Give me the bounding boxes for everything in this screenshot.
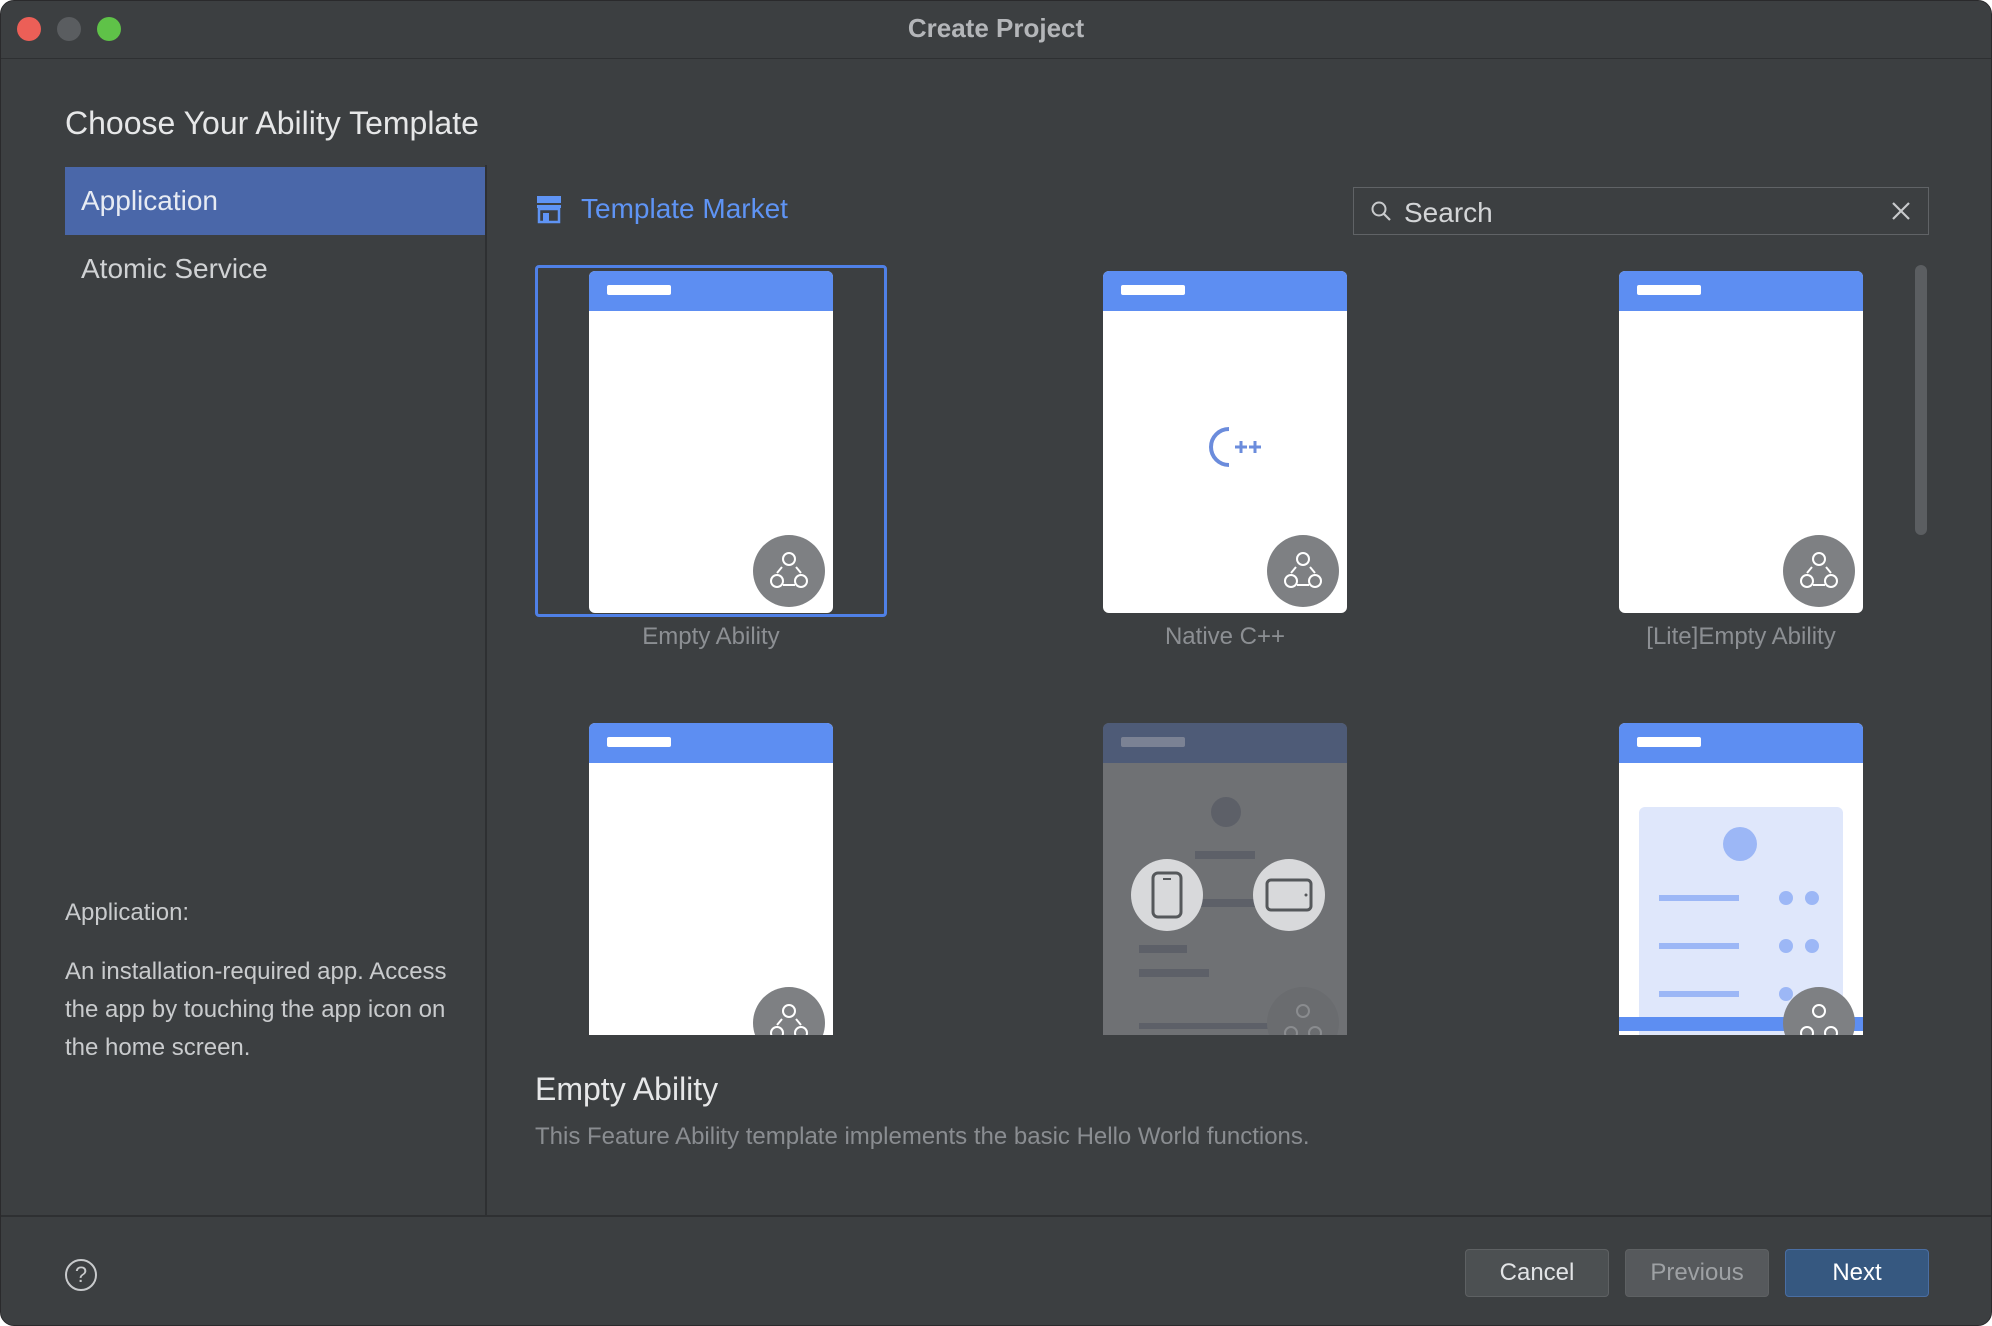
template-grid-scrollbar[interactable] bbox=[1915, 265, 1927, 535]
template-label: [Lite]Empty Ability bbox=[1646, 623, 1836, 650]
cpp-logo-icon bbox=[1209, 427, 1261, 467]
title-bar: Create Project bbox=[1, 1, 1991, 59]
template-market-link[interactable]: Template Market bbox=[535, 193, 788, 225]
sidebar-item-atomic-service[interactable]: Atomic Service bbox=[65, 235, 485, 303]
tablet-device-icon bbox=[1253, 859, 1325, 931]
template-preview bbox=[589, 271, 833, 613]
store-icon bbox=[537, 196, 561, 224]
sidebar-divider bbox=[485, 165, 487, 1215]
sidebar-item-label: Atomic Service bbox=[81, 253, 268, 284]
harmony-badge-icon bbox=[753, 987, 825, 1035]
template-label: Empty Ability bbox=[642, 623, 780, 650]
cancel-button[interactable]: Cancel bbox=[1465, 1249, 1609, 1297]
help-icon[interactable]: ? bbox=[65, 1259, 97, 1291]
page-title: Choose Your Ability Template bbox=[65, 105, 479, 141]
selected-template-name: Empty Ability bbox=[535, 1071, 719, 1107]
previous-button[interactable]: Previous bbox=[1625, 1249, 1769, 1297]
template-label: Native C++ bbox=[1164, 623, 1286, 650]
search-icon bbox=[1371, 201, 1391, 221]
window-title: Create Project bbox=[907, 13, 1085, 43]
sidebar-item-label: Application bbox=[81, 185, 218, 216]
sidebar-item-application[interactable]: Application bbox=[65, 167, 485, 235]
harmony-badge-icon bbox=[1267, 535, 1339, 607]
create-project-window: Create Project Choose Your Ability Templ… bbox=[0, 0, 1992, 1326]
category-description: An installation-required app. Access the… bbox=[65, 958, 447, 1061]
search-placeholder: Search bbox=[1404, 197, 1493, 228]
template-preview bbox=[1619, 723, 1863, 1035]
selected-template-description: This Feature Ability template implements… bbox=[535, 1123, 1310, 1150]
harmony-badge-icon bbox=[1783, 535, 1855, 607]
footer-divider bbox=[1, 1215, 1991, 1217]
phone-device-icon bbox=[1131, 859, 1203, 931]
template-preview bbox=[1103, 271, 1347, 613]
category-description-title: Application: bbox=[65, 899, 190, 926]
close-icon[interactable] bbox=[1890, 200, 1912, 222]
harmony-badge-icon bbox=[753, 535, 825, 607]
template-market-label: Template Market bbox=[581, 193, 788, 224]
next-button[interactable]: Next bbox=[1785, 1249, 1929, 1297]
template-preview bbox=[589, 723, 833, 1035]
template-grid: Empty Ability Native C++ [Lite]Empty Abi… bbox=[535, 265, 1915, 1035]
template-preview bbox=[1619, 271, 1863, 613]
search-input[interactable]: Search bbox=[1353, 187, 1929, 235]
harmony-badge-icon bbox=[1267, 987, 1339, 1035]
template-preview bbox=[1103, 723, 1347, 1035]
